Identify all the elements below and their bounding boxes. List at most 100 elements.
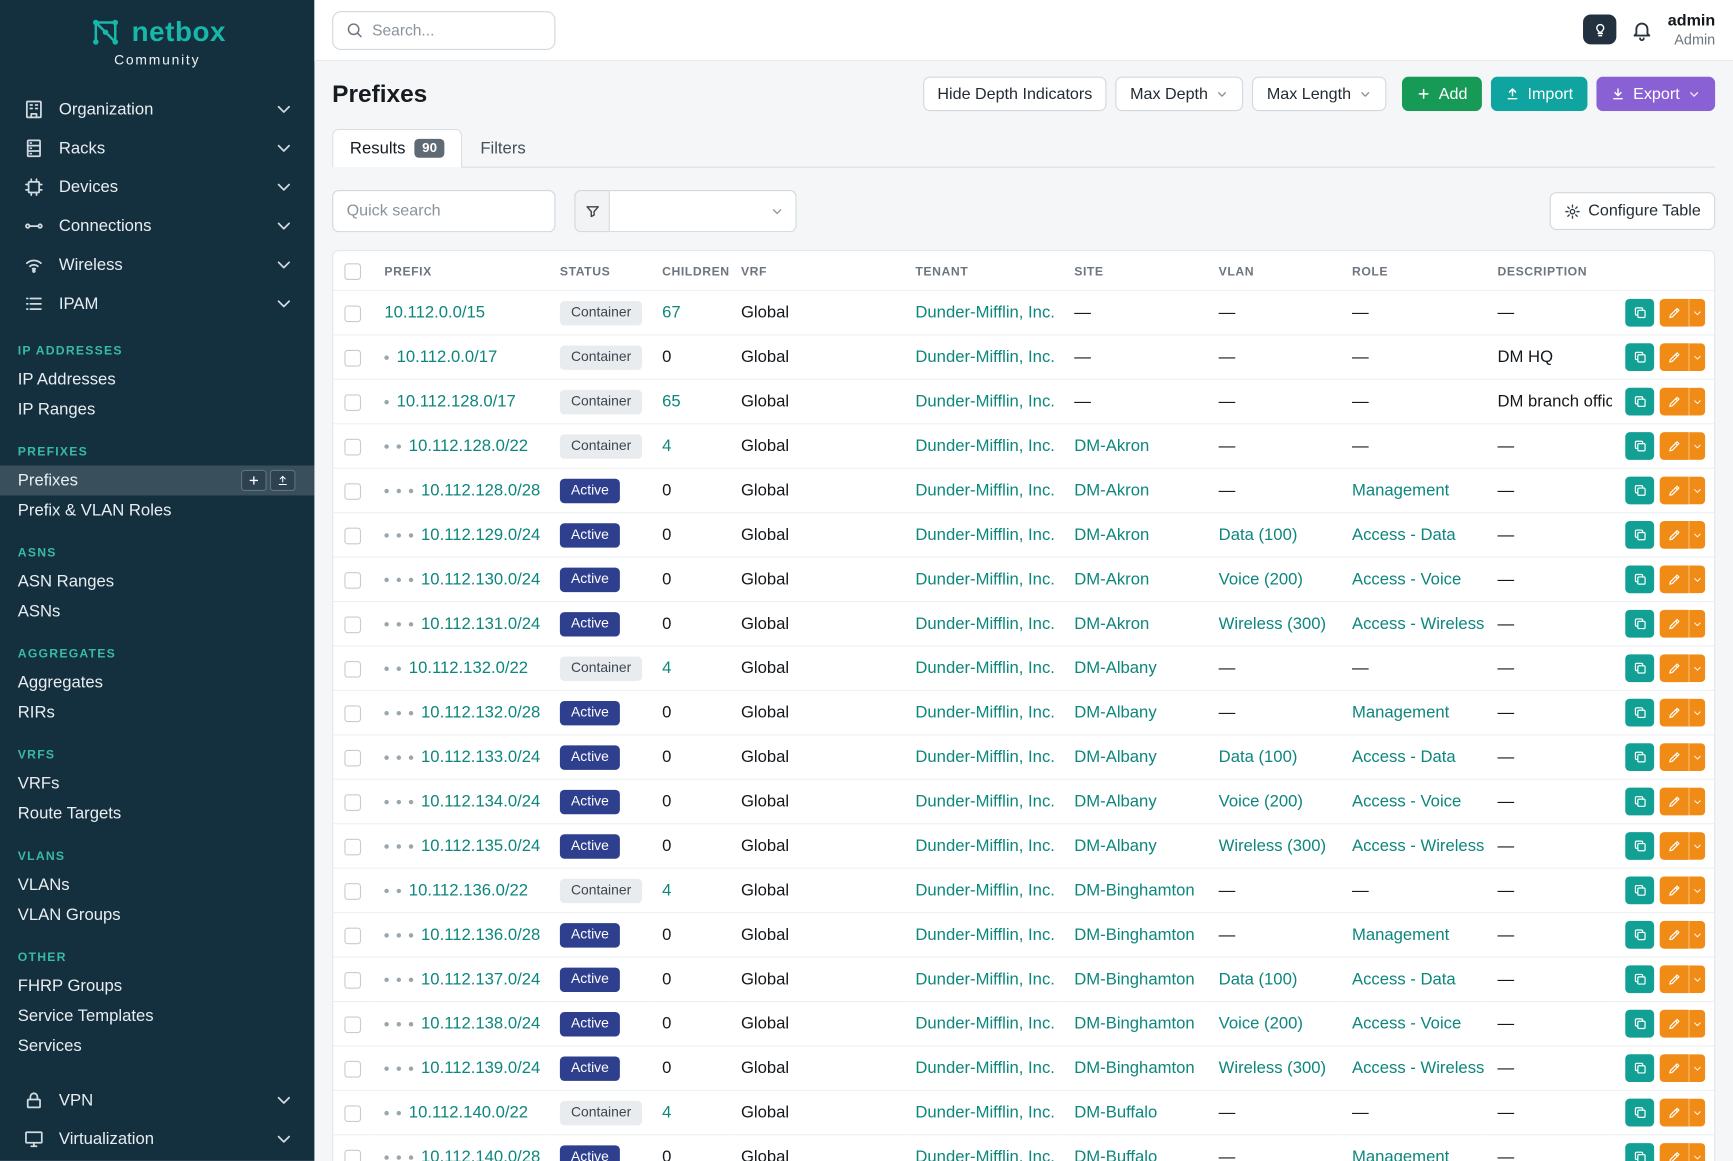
edit-dropdown-button[interactable] — [1689, 655, 1706, 683]
sidebar-item-virtualization[interactable]: Virtualization — [0, 1120, 314, 1159]
tenant-link[interactable]: Dunder-Mifflin, Inc. — [915, 570, 1055, 589]
children-count-link[interactable]: 67 — [662, 303, 681, 322]
quick-search-input[interactable] — [332, 190, 555, 232]
row-checkbox[interactable] — [344, 972, 361, 989]
prefix-link[interactable]: 10.112.137.0/24 — [421, 970, 540, 989]
role-link[interactable]: Access - Data — [1352, 748, 1456, 767]
site-link[interactable]: DM-Albany — [1074, 792, 1156, 811]
edit-dropdown-button[interactable] — [1689, 1144, 1706, 1161]
row-checkbox[interactable] — [344, 527, 361, 544]
row-checkbox[interactable] — [344, 1016, 361, 1033]
copy-button[interactable] — [1625, 388, 1654, 416]
row-checkbox[interactable] — [344, 394, 361, 411]
role-link[interactable]: Access - Voice — [1352, 792, 1461, 811]
prefix-link[interactable]: 10.112.130.0/24 — [421, 570, 540, 589]
prefix-link[interactable]: 10.112.131.0/24 — [421, 615, 540, 634]
site-link[interactable]: DM-Akron — [1074, 526, 1149, 545]
edit-button[interactable] — [1660, 743, 1689, 771]
tenant-link[interactable]: Dunder-Mifflin, Inc. — [915, 437, 1055, 456]
site-link[interactable]: DM-Akron — [1074, 615, 1149, 634]
prefix-link[interactable]: 10.112.132.0/28 — [421, 703, 540, 722]
tenant-link[interactable]: Dunder-Mifflin, Inc. — [915, 970, 1055, 989]
sidebar-item-vrfs[interactable]: VRFs — [0, 769, 314, 799]
tenant-link[interactable]: Dunder-Mifflin, Inc. — [915, 526, 1055, 545]
copy-button[interactable] — [1625, 966, 1654, 994]
sidebar-item-asns[interactable]: ASNs — [0, 597, 314, 627]
edit-button[interactable] — [1660, 477, 1689, 505]
column-header-children[interactable]: CHILDREN — [651, 251, 730, 290]
row-checkbox[interactable] — [344, 705, 361, 722]
edit-dropdown-button[interactable] — [1689, 966, 1706, 994]
edit-dropdown-button[interactable] — [1689, 388, 1706, 416]
column-header-site[interactable]: SITE — [1063, 251, 1207, 290]
edit-button[interactable] — [1660, 299, 1689, 327]
edit-button[interactable] — [1660, 699, 1689, 727]
vlan-link[interactable]: Voice (200) — [1219, 570, 1303, 589]
site-link[interactable]: DM-Binghamton — [1074, 1014, 1194, 1033]
children-count-link[interactable]: 4 — [662, 1103, 671, 1122]
edit-dropdown-button[interactable] — [1689, 343, 1706, 371]
tenant-link[interactable]: Dunder-Mifflin, Inc. — [915, 703, 1055, 722]
sidebar-item-organization[interactable]: Organization — [0, 90, 314, 129]
add-button[interactable]: Add — [1402, 77, 1482, 111]
prefix-link[interactable]: 10.112.129.0/24 — [421, 526, 540, 545]
sidebar-item-prefixes[interactable]: Prefixes — [0, 465, 314, 495]
sidebar-import-prefix-button[interactable] — [270, 470, 296, 491]
role-link[interactable]: Access - Wireless — [1352, 615, 1484, 634]
column-header-vrf[interactable]: VRF — [730, 251, 904, 290]
edit-button[interactable] — [1660, 877, 1689, 905]
sidebar-add-prefix-button[interactable] — [241, 470, 267, 491]
copy-button[interactable] — [1625, 788, 1654, 816]
configure-table-button[interactable]: Configure Table — [1549, 192, 1715, 230]
tenant-link[interactable]: Dunder-Mifflin, Inc. — [915, 1148, 1055, 1161]
edit-button[interactable] — [1660, 1099, 1689, 1127]
sidebar-item-aggregates[interactable]: Aggregates — [0, 668, 314, 698]
sidebar-item-ip-ranges[interactable]: IP Ranges — [0, 394, 314, 424]
prefix-link[interactable]: 10.112.0.0/15 — [384, 303, 485, 322]
edit-dropdown-button[interactable] — [1689, 477, 1706, 505]
column-header-status[interactable]: STATUS — [549, 251, 651, 290]
copy-button[interactable] — [1625, 655, 1654, 683]
sidebar-item-wireless[interactable]: Wireless — [0, 246, 314, 285]
role-link[interactable]: Management — [1352, 926, 1449, 945]
edit-dropdown-button[interactable] — [1689, 432, 1706, 460]
prefix-link[interactable]: 10.112.136.0/28 — [421, 926, 540, 945]
tenant-link[interactable]: Dunder-Mifflin, Inc. — [915, 881, 1055, 900]
row-checkbox[interactable] — [344, 483, 361, 500]
sidebar-item-services[interactable]: Services — [0, 1031, 314, 1061]
tab-filters[interactable]: Filters — [463, 129, 544, 168]
edit-dropdown-button[interactable] — [1689, 743, 1706, 771]
edit-dropdown-button[interactable] — [1689, 921, 1706, 949]
site-link[interactable]: DM-Buffalo — [1074, 1103, 1157, 1122]
row-checkbox[interactable] — [344, 1150, 361, 1161]
vlan-link[interactable]: Data (100) — [1219, 970, 1298, 989]
row-checkbox[interactable] — [344, 305, 361, 322]
tenant-link[interactable]: Dunder-Mifflin, Inc. — [915, 615, 1055, 634]
tenant-link[interactable]: Dunder-Mifflin, Inc. — [915, 303, 1055, 322]
sidebar-item-connections[interactable]: Connections — [0, 207, 314, 246]
edit-dropdown-button[interactable] — [1689, 566, 1706, 594]
role-link[interactable]: Access - Voice — [1352, 1014, 1461, 1033]
edit-button[interactable] — [1660, 788, 1689, 816]
role-link[interactable]: Management — [1352, 703, 1449, 722]
prefix-link[interactable]: 10.112.139.0/24 — [421, 1059, 540, 1078]
prefix-link[interactable]: 10.112.138.0/24 — [421, 1014, 540, 1033]
notifications-bell-icon[interactable] — [1631, 19, 1653, 41]
site-link[interactable]: DM-Binghamton — [1074, 881, 1194, 900]
row-checkbox[interactable] — [344, 1105, 361, 1122]
vlan-link[interactable]: Wireless (300) — [1219, 615, 1326, 634]
tenant-link[interactable]: Dunder-Mifflin, Inc. — [915, 481, 1055, 500]
saved-filter-select[interactable] — [610, 190, 797, 232]
edit-button[interactable] — [1660, 566, 1689, 594]
edit-dropdown-button[interactable] — [1689, 1099, 1706, 1127]
prefix-link[interactable]: 10.112.135.0/24 — [421, 837, 540, 856]
vlan-link[interactable]: Data (100) — [1219, 526, 1298, 545]
max-depth-dropdown[interactable]: Max Depth — [1116, 77, 1244, 111]
tenant-link[interactable]: Dunder-Mifflin, Inc. — [915, 348, 1055, 367]
role-link[interactable]: Management — [1352, 481, 1449, 500]
export-dropdown-button[interactable]: Export — [1596, 77, 1715, 111]
edit-button[interactable] — [1660, 1010, 1689, 1038]
tenant-link[interactable]: Dunder-Mifflin, Inc. — [915, 392, 1055, 411]
sidebar-item-ipam[interactable]: IPAM — [0, 284, 314, 323]
vlan-link[interactable]: Wireless (300) — [1219, 837, 1326, 856]
